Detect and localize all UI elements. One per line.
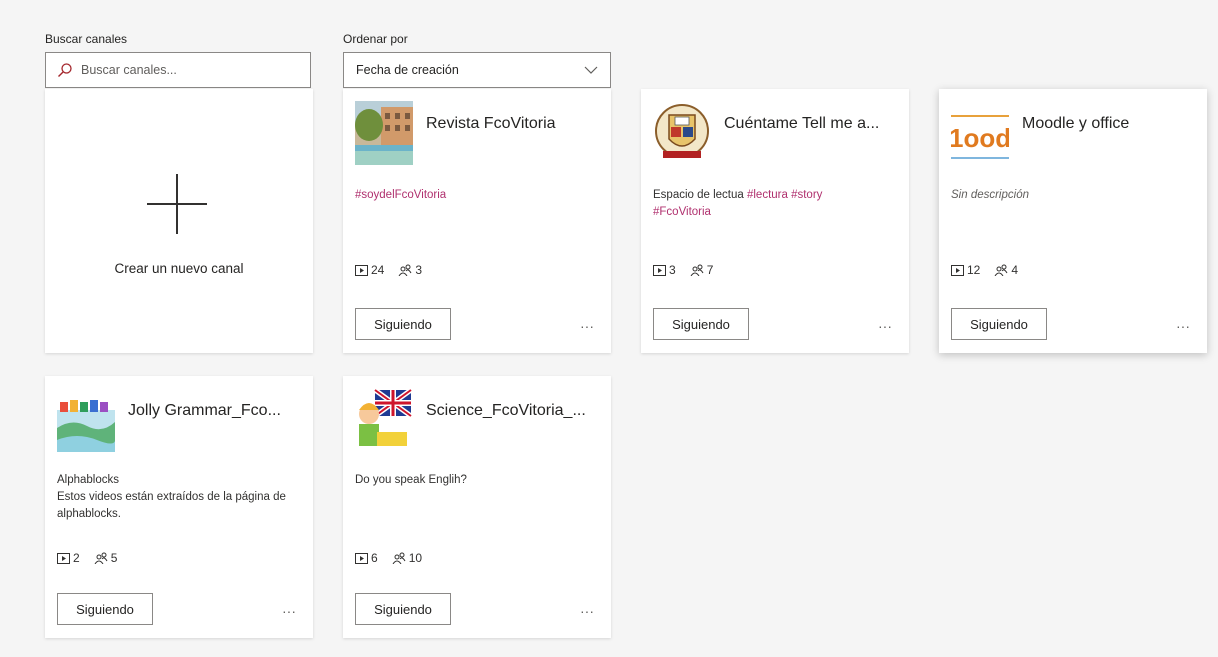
video-count: 6 [371, 551, 378, 565]
video-count: 12 [967, 263, 981, 277]
channel-title[interactable]: Science_FcoVitoria_... [426, 402, 586, 420]
channel-thumbnail: 1ood [951, 101, 1009, 165]
hashtag[interactable]: #soydelFcoVitoria [355, 189, 446, 201]
hashtag[interactable]: #lectura #story [747, 189, 822, 201]
following-button[interactable]: Siguiendo [653, 308, 749, 340]
channel-title[interactable]: Moodle y office [1022, 115, 1129, 133]
channel-thumbnail [653, 101, 711, 165]
channel-description: Do you speak Englih? [355, 474, 467, 486]
followers-icon [994, 264, 1008, 276]
create-channel-card[interactable]: Crear un nuevo canal [45, 89, 313, 353]
search-label: Buscar canales [45, 32, 128, 46]
channel-stats: 3 7 [653, 263, 727, 277]
plus-icon [147, 174, 207, 234]
description-text: Espacio de lectua [653, 189, 747, 201]
channel-thumbnail [355, 388, 413, 452]
channel-stats: 6 10 [355, 551, 436, 565]
create-channel-label: Crear un nuevo canal [114, 261, 244, 276]
following-button[interactable]: Siguiendo [355, 593, 451, 625]
channel-card[interactable]: 1ood Moodle y office Sin descripción 12 … [939, 89, 1207, 353]
channel-card[interactable]: Cuéntame Tell me a... Espacio de lectua … [641, 89, 909, 353]
followers-icon [398, 264, 412, 276]
thumbnail-text: 1ood [951, 123, 1009, 153]
follower-count: 3 [415, 263, 423, 277]
channel-description: #soydelFcoVitoria [355, 187, 599, 204]
video-icon [355, 264, 368, 276]
followers-icon [690, 264, 704, 276]
channel-description: Alphablocks Estos videos están extraídos… [57, 472, 301, 523]
channel-stats: 12 4 [951, 263, 1032, 277]
video-icon [355, 552, 368, 564]
channel-description: Sin descripción [951, 189, 1029, 201]
followers-icon [94, 552, 108, 564]
hashtag[interactable]: #FcoVitoria [653, 206, 711, 218]
description-line: Estos videos están extraídos de la págin… [57, 491, 286, 520]
follower-count: 7 [706, 263, 714, 277]
follower-count: 4 [1011, 263, 1019, 277]
description-line: Alphablocks [57, 474, 120, 486]
more-icon[interactable]: ··· [875, 316, 895, 336]
sort-dropdown[interactable]: Fecha de creación [343, 52, 611, 88]
channel-title[interactable]: Jolly Grammar_Fco... [128, 402, 281, 420]
sort-value: Fecha de creación [356, 63, 459, 77]
video-icon [57, 552, 70, 564]
channel-title[interactable]: Revista FcoVitoria [426, 115, 556, 133]
channel-stats: 2 5 [57, 551, 131, 565]
video-count: 24 [371, 263, 385, 277]
more-icon[interactable]: ··· [1173, 316, 1193, 336]
video-icon [951, 264, 964, 276]
video-icon [653, 264, 666, 276]
channel-stats: 24 3 [355, 263, 436, 277]
chevron-down-icon [584, 66, 598, 74]
followers-icon [392, 552, 406, 564]
following-button[interactable]: Siguiendo [951, 308, 1047, 340]
more-icon[interactable]: ··· [577, 316, 597, 336]
search-input[interactable] [81, 63, 301, 77]
search-field[interactable] [45, 52, 311, 88]
follower-count: 10 [408, 551, 423, 565]
video-count: 2 [73, 551, 80, 565]
channel-thumbnail [57, 388, 115, 452]
channel-card[interactable]: Revista FcoVitoria #soydelFcoVitoria 24 … [343, 89, 611, 353]
sort-label: Ordenar por [343, 32, 408, 46]
channel-card[interactable]: Jolly Grammar_Fco... Alphablocks Estos v… [45, 376, 313, 638]
more-icon[interactable]: ··· [279, 601, 299, 621]
video-count: 3 [669, 263, 676, 277]
following-button[interactable]: Siguiendo [57, 593, 153, 625]
follower-count: 5 [110, 551, 118, 565]
channel-title[interactable]: Cuéntame Tell me a... [724, 115, 879, 133]
channel-card[interactable]: Science_FcoVitoria_... Do you speak Engl… [343, 376, 611, 638]
channel-description: Espacio de lectua #lectura #story #FcoVi… [653, 187, 897, 221]
following-button[interactable]: Siguiendo [355, 308, 451, 340]
more-icon[interactable]: ··· [577, 601, 597, 621]
search-icon [58, 63, 72, 77]
channel-thumbnail [355, 101, 413, 165]
